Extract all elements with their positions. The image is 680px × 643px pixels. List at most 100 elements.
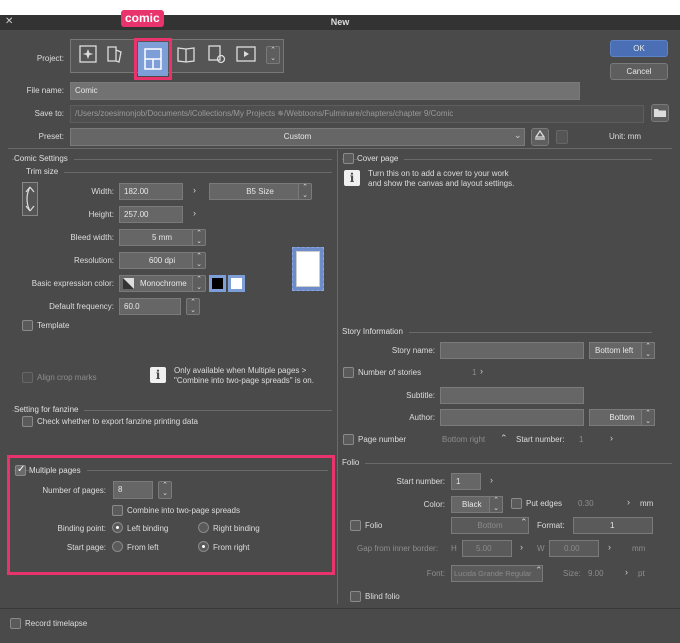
chevron-updown-icon: ⌃	[500, 433, 508, 443]
expression-color-stepper[interactable]: ⌃ ⌄	[192, 275, 206, 292]
drawing-color-white[interactable]	[228, 275, 245, 292]
new-document-dialog: ✕ New comic Project: ⌃ ⌄ OK Cancel File n…	[0, 0, 680, 643]
chevron-right-icon: ›	[490, 475, 493, 485]
put-edges-checkbox[interactable]	[511, 498, 522, 509]
folio-start-number-input[interactable]: 1	[451, 473, 481, 490]
number-of-stories-label: Number of stories	[358, 368, 422, 377]
cover-info-icon: i	[344, 170, 360, 186]
chevron-right-icon: ›	[625, 567, 628, 577]
column-divider	[337, 150, 338, 604]
story-info-title: Story Information	[342, 327, 409, 336]
folio-size-label: Size:	[563, 569, 581, 578]
left-binding-radio[interactable]	[112, 522, 123, 533]
chevron-right-icon: ›	[193, 208, 196, 218]
author-position-stepper[interactable]: ⌃ ⌄	[641, 409, 655, 426]
file-name-input[interactable]: Comic	[70, 82, 580, 100]
preset-select[interactable]: Custom	[70, 128, 525, 146]
width-input[interactable]: 182.00	[119, 183, 183, 200]
template-checkbox[interactable]	[22, 320, 33, 331]
size-preset-stepper[interactable]: ⌃ ⌄	[298, 183, 312, 200]
number-of-pages-input[interactable]: 8	[113, 481, 153, 499]
folio-checkbox[interactable]	[350, 520, 361, 531]
project-label: Project:	[36, 54, 64, 63]
title-bar: ✕ New comic	[0, 0, 680, 30]
put-edges-unit: mm	[640, 499, 654, 508]
story-name-input[interactable]	[440, 342, 584, 359]
resolution-stepper[interactable]: ⌃ ⌄	[192, 252, 206, 269]
project-scroll-stepper[interactable]: ⌃ ⌄	[266, 46, 280, 64]
gap-h-label: H	[451, 544, 457, 553]
footer-divider	[0, 608, 680, 609]
blind-folio-label: Blind folio	[365, 592, 400, 601]
from-left-label: From left	[127, 543, 159, 552]
record-timelapse-checkbox[interactable]	[10, 618, 21, 629]
size-preset-select[interactable]: B5 Size	[209, 183, 311, 200]
chevron-updown-icon: ⌃	[535, 565, 543, 575]
register-preset-button[interactable]	[531, 128, 549, 146]
default-frequency-label: Default frequency:	[49, 302, 114, 311]
align-crop-marks-label: Align crop marks	[37, 373, 97, 382]
drawing-color-black[interactable]	[209, 275, 226, 292]
right-binding-radio[interactable]	[198, 522, 209, 533]
chevron-updown-icon: ⌃	[520, 517, 528, 527]
from-right-radio[interactable]	[198, 541, 209, 552]
number-of-pages-stepper[interactable]: ⌃ ⌄	[158, 481, 172, 499]
page-number-checkbox[interactable]	[343, 434, 354, 445]
put-edges-label: Put edges	[526, 499, 563, 508]
blind-folio-checkbox[interactable]	[350, 591, 361, 602]
folio-color-label: Color:	[423, 500, 445, 509]
fanzine-title: Setting for fanzine	[14, 405, 85, 414]
number-of-stories-value: 1	[472, 368, 477, 377]
story-start-number-label: Start number:	[516, 435, 565, 444]
story-start-number-value: 1	[579, 435, 584, 444]
chevron-right-icon: ›	[627, 497, 630, 507]
page-preview	[292, 247, 324, 291]
orientation-toggle[interactable]	[22, 182, 38, 216]
register-preset-icon	[534, 129, 546, 140]
monochrome-swatch-icon	[123, 278, 134, 289]
comic-settings-title: Comic Settings	[14, 154, 74, 163]
folio-position-select: Bottom	[451, 517, 529, 534]
height-input[interactable]: 257.00	[119, 206, 183, 223]
binding-point-label: Binding point:	[57, 524, 106, 533]
animation-icon[interactable]	[236, 44, 256, 64]
fanzine-icon[interactable]	[176, 44, 196, 64]
page-number-label: Page number	[358, 435, 407, 444]
folio-format-label: Format:	[537, 521, 565, 530]
rotate-orientation-icon	[25, 186, 35, 212]
subtitle-input[interactable]	[440, 387, 584, 404]
print-icon[interactable]	[206, 44, 226, 64]
illustration-icon[interactable]	[78, 44, 98, 64]
default-frequency-input[interactable]: 60.0	[119, 298, 181, 315]
multiple-pages-checkbox[interactable]	[15, 464, 26, 476]
default-frequency-stepper[interactable]: ⌃ ⌄	[186, 298, 200, 315]
cover-page-title: Cover page	[357, 154, 405, 163]
combine-two-page-checkbox[interactable]	[112, 505, 123, 516]
number-of-pages-label: Number of pages:	[42, 486, 106, 495]
from-left-radio[interactable]	[112, 541, 123, 552]
cancel-button[interactable]: Cancel	[610, 63, 668, 80]
chevron-down-icon: ⌄	[514, 130, 522, 140]
comic-icon[interactable]	[138, 42, 168, 76]
chevron-right-icon: ›	[480, 366, 483, 376]
folio-color-stepper[interactable]: ⌃ ⌄	[489, 496, 503, 513]
number-of-stories-checkbox[interactable]	[343, 367, 354, 378]
ok-button[interactable]: OK	[610, 40, 668, 57]
bleed-width-label: Bleed width:	[70, 233, 114, 242]
bleed-width-stepper[interactable]: ⌃ ⌄	[192, 229, 206, 246]
fanzine-export-checkbox[interactable]	[22, 416, 33, 427]
info-icon: i	[150, 367, 166, 383]
chevron-right-icon: ›	[610, 433, 613, 443]
align-crop-marks-checkbox	[22, 372, 33, 383]
top-divider	[8, 148, 672, 149]
folio-font-label: Font:	[426, 569, 445, 578]
preset-label: Preset:	[38, 132, 64, 141]
webtoon-icon[interactable]	[104, 44, 124, 64]
comic-annotation-badge: comic	[121, 10, 164, 27]
save-to-label: Save to:	[34, 109, 64, 118]
cover-page-checkbox[interactable]	[343, 153, 354, 164]
width-label: Width:	[91, 187, 114, 196]
browse-folder-button[interactable]	[651, 104, 669, 122]
author-input[interactable]	[440, 409, 584, 426]
story-name-position-stepper[interactable]: ⌃ ⌄	[641, 342, 655, 359]
